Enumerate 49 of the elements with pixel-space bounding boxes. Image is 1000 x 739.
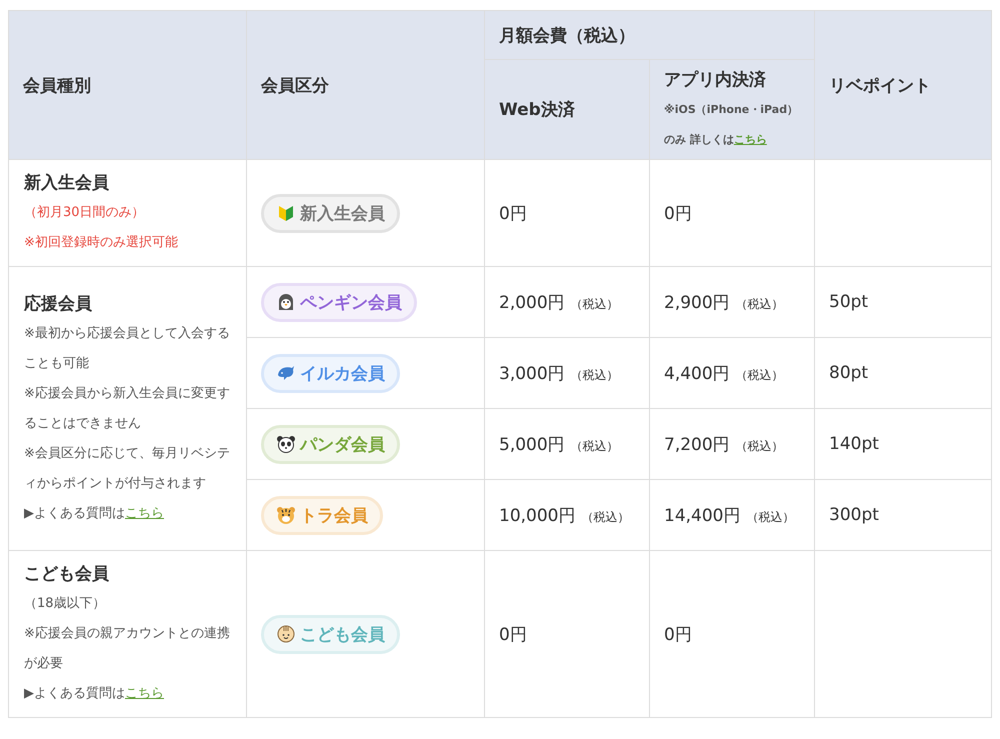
membership-type-title: 応援会員 xyxy=(24,292,93,316)
web-price-text: 3,000円 （税込） xyxy=(499,364,619,384)
details-link[interactable]: こちら xyxy=(734,133,767,146)
app-price-text: 2,900円 （税込） xyxy=(664,292,784,312)
app-price-text: 14,400円 （税込） xyxy=(664,506,794,526)
column-header: 会員種別 xyxy=(8,10,246,160)
points-text: 300pt xyxy=(829,505,879,525)
column-header: Web決済 xyxy=(484,60,650,160)
membership-badge: ペンギン会員 xyxy=(261,282,417,322)
column-header: 会員区分 xyxy=(246,10,484,160)
note-text: ※応援会員から新入生会員に変更することはできません xyxy=(24,384,231,432)
note-text: ※応援会員の親アカウントとの連携が必要 xyxy=(24,625,231,673)
membership-badge: 新入生会員 xyxy=(261,194,400,232)
membership-badge: パンダ会員 xyxy=(261,424,400,464)
warning-note: ※初回登録時のみ選択可能 xyxy=(24,234,179,252)
app-price-text: 4,400円 （税込） xyxy=(664,364,784,384)
web-price-text: 2,000円 （税込） xyxy=(499,292,619,312)
membership-badge: イルカ会員 xyxy=(261,354,400,392)
note-text: （18歳以下） xyxy=(24,595,107,613)
app-price-text: 7,200円 （税込） xyxy=(664,434,784,454)
app-price-text: 0円 xyxy=(664,204,692,224)
web-price-text: 0円 xyxy=(499,204,527,224)
baby-face-icon xyxy=(276,624,296,644)
column-header: リベポイント xyxy=(814,10,992,160)
points-text: 140pt xyxy=(829,434,879,454)
points-text: 50pt xyxy=(829,292,868,312)
beginner-mark-icon xyxy=(276,203,296,223)
column-header: 月額会費（税込） xyxy=(484,10,814,60)
note-text: ※会員区分に応じて、毎月リベシティからポイントが付与されます xyxy=(24,444,231,492)
penguin-icon xyxy=(276,292,296,312)
faq-text: ▶よくある質問はこちら xyxy=(24,685,165,703)
app-price-text: 0円 xyxy=(664,624,692,644)
membership-badge: こども会員 xyxy=(261,614,400,654)
membership-badge: トラ会員 xyxy=(261,496,383,534)
note-text: ※iOS（iPhone・iPad）のみ 詳しくはこちら xyxy=(664,102,800,148)
membership-type-title: 新入生会員 xyxy=(24,172,110,195)
note-text: ※最初から応援会員として入会することも可能 xyxy=(24,324,231,372)
faq-link[interactable]: こちら xyxy=(125,686,164,701)
web-price-text: 10,000円 （税込） xyxy=(499,506,630,526)
web-price-text: 5,000円 （税込） xyxy=(499,434,619,454)
faq-text: ▶よくある質問はこちら xyxy=(24,504,165,522)
faq-link[interactable]: こちら xyxy=(125,506,164,520)
warning-note: （初月30日間のみ） xyxy=(24,204,146,222)
web-price-text: 0円 xyxy=(499,624,527,644)
points-text: 80pt xyxy=(829,363,868,383)
membership-type-title: こども会員 xyxy=(24,563,110,586)
column-header-text: アプリ内決済 xyxy=(664,69,767,91)
panda-icon xyxy=(276,434,296,454)
tiger-icon xyxy=(276,505,296,525)
